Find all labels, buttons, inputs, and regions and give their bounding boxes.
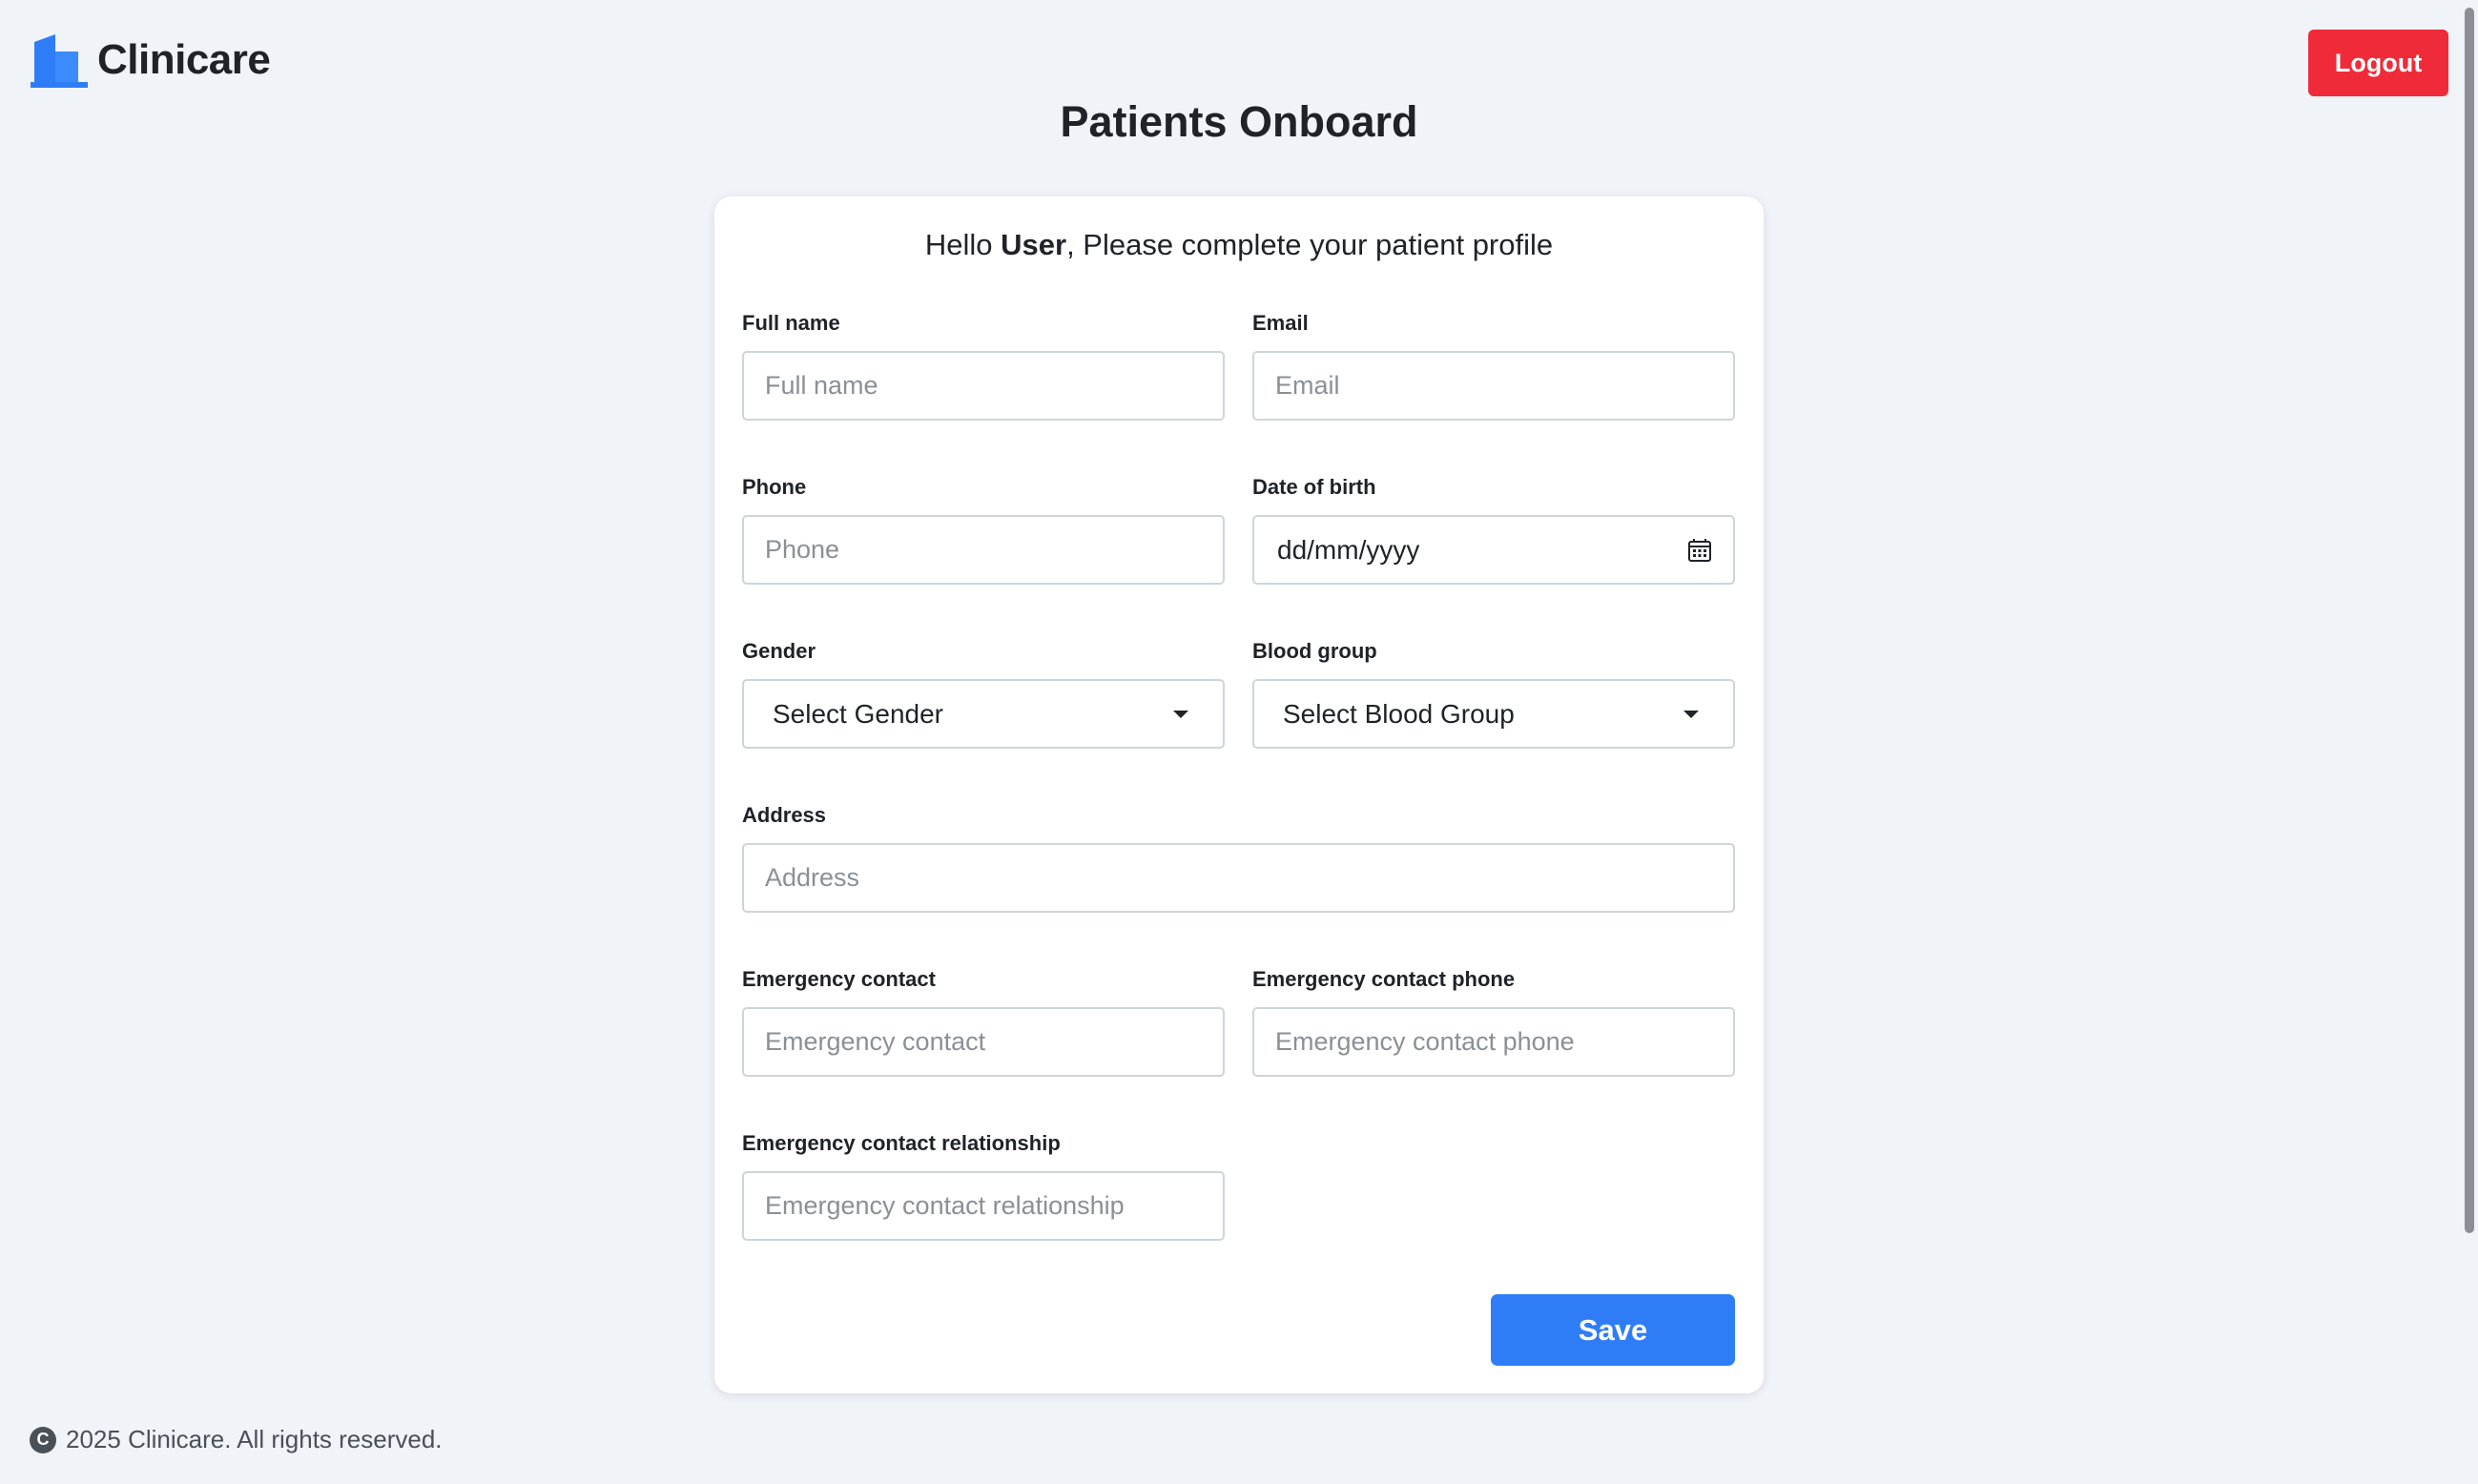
address-field: Address [742, 801, 1735, 913]
gender-field: Gender Select Gender [742, 637, 1225, 749]
email-field: Email [1252, 309, 1735, 421]
copyright-icon: C [30, 1426, 56, 1453]
page-scrollbar[interactable] [2461, 0, 2478, 1484]
blood-group-field: Blood group Select Blood Group [1252, 637, 1735, 749]
dob-label: Date of birth [1252, 475, 1376, 499]
greeting-user: User [1001, 228, 1067, 261]
greeting-prefix: Hello [924, 228, 1002, 261]
brand-logo[interactable]: Clinicare [31, 32, 271, 88]
emergency-phone-field: Emergency contact phone [1252, 965, 1735, 1077]
greeting-text: Hello User, Please complete your patient… [714, 228, 1764, 262]
scrollbar-thumb[interactable] [2465, 8, 2474, 1233]
blood-group-selected: Select Blood Group [1283, 698, 1515, 729]
calendar-icon[interactable] [1687, 538, 1712, 563]
emergency-phone-label: Emergency contact phone [1252, 967, 1516, 991]
dob-field: Date of birth dd/mm/yyyy [1252, 473, 1735, 585]
page-title: Patients Onboard [1060, 97, 1418, 146]
emergency-relationship-field: Emergency contact relationship [742, 1129, 1225, 1241]
building-icon [31, 34, 88, 88]
emergency-contact-input[interactable] [742, 1007, 1225, 1077]
full-name-label: Full name [742, 311, 840, 335]
full-name-field: Full name [742, 309, 1225, 421]
emergency-contact-label: Emergency contact [742, 967, 936, 991]
greeting-suffix: , Please complete your patient profile [1066, 228, 1554, 261]
caret-down-icon [1683, 710, 1699, 718]
emergency-contact-field: Emergency contact [742, 965, 1225, 1077]
brand-name: Clinicare [97, 36, 271, 83]
dob-value: dd/mm/yyyy [1277, 534, 1420, 565]
gender-label: Gender [742, 639, 816, 663]
save-button[interactable]: Save [1491, 1294, 1735, 1366]
emergency-relationship-input[interactable] [742, 1171, 1225, 1241]
page: Clinicare Logout Patients Onboard Hello … [0, 0, 2478, 1484]
phone-input[interactable] [742, 515, 1225, 585]
blood-group-label: Blood group [1252, 639, 1377, 663]
caret-down-icon [1173, 710, 1188, 718]
address-label: Address [742, 803, 827, 827]
patient-profile-card: Hello User, Please complete your patient… [714, 196, 1764, 1393]
phone-field: Phone [742, 473, 1225, 585]
emergency-phone-input[interactable] [1252, 1007, 1735, 1077]
footer-copyright-text: 2025 Clinicare. All rights reserved. [66, 1425, 443, 1453]
emergency-relationship-label: Emergency contact relationship [742, 1131, 1061, 1155]
full-name-input[interactable] [742, 351, 1225, 421]
dob-input[interactable]: dd/mm/yyyy [1252, 515, 1735, 585]
footer: C 2025 Clinicare. All rights reserved. [30, 1425, 443, 1454]
address-input[interactable] [742, 843, 1735, 913]
email-label: Email [1252, 311, 1309, 335]
blood-group-select[interactable]: Select Blood Group [1252, 679, 1735, 749]
phone-label: Phone [742, 475, 807, 499]
gender-selected: Select Gender [773, 698, 943, 729]
email-input[interactable] [1252, 351, 1735, 421]
logout-button[interactable]: Logout [2308, 30, 2448, 96]
gender-select[interactable]: Select Gender [742, 679, 1225, 749]
